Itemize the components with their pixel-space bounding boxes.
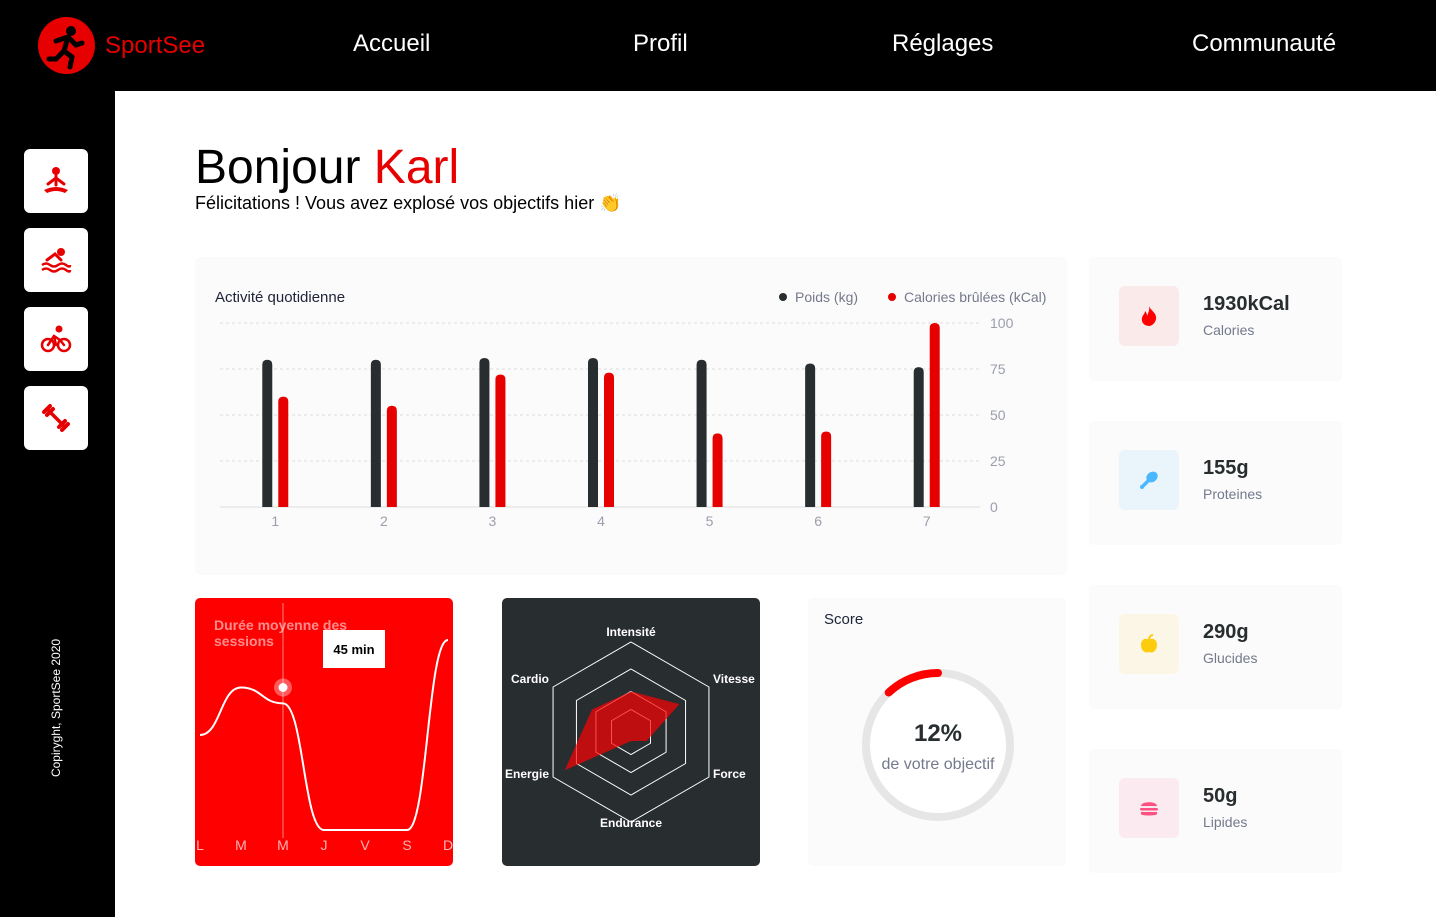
- bar-weight[interactable]: [262, 359, 273, 507]
- keydata-lipids-value: 50g: [1203, 785, 1238, 807]
- performance-radar-chart: Intensité Vitesse Force Endurance Energie Car…: [505, 625, 755, 830]
- bar-calories[interactable]: [929, 323, 940, 507]
- keydata-card-carbs: 290g Glucides: [1089, 585, 1342, 709]
- yoga-icon: [44, 167, 68, 193]
- page-title: Bonjour Karl: [195, 140, 459, 195]
- bar-calories[interactable]: [712, 433, 723, 507]
- nav-community[interactable]: Communauté: [1192, 30, 1336, 58]
- top-navbar: SportSee Accueil Profil Réglages Communa…: [0, 0, 1436, 91]
- bar-calories[interactable]: [604, 372, 614, 507]
- sidebar: Copiryght, SportSee 2020: [0, 91, 115, 917]
- keydata-card-calories: 1930kCal Calories: [1089, 257, 1342, 381]
- bar-weight[interactable]: [913, 367, 924, 507]
- sidebar-item-swim[interactable]: [24, 228, 88, 292]
- x-tick-label: 6: [814, 513, 822, 529]
- sidebar-item-weights[interactable]: [24, 386, 88, 450]
- sidebar-item-bike[interactable]: [24, 307, 88, 371]
- congrats-message: Félicitations ! Vous avez explosé vos ob…: [195, 193, 622, 213]
- swim-icon: [41, 248, 72, 273]
- greeting: Bonjour: [195, 141, 361, 194]
- bar-calories[interactable]: [495, 374, 506, 507]
- keydata-carbs-value: 290g: [1203, 621, 1249, 643]
- sidebar-item-yoga[interactable]: [24, 149, 88, 213]
- keydata-carbs-label: Glucides: [1203, 650, 1258, 666]
- duration-line: [199, 639, 449, 831]
- score-radial-chart: Score 12% de votre objectif: [824, 611, 1014, 821]
- x-tick-label: 2: [380, 513, 388, 529]
- runner-icon: [38, 17, 95, 74]
- radar-axis-label: Vitesse: [713, 672, 755, 686]
- score-subtitle: de votre objectif: [882, 756, 996, 773]
- y-tick-label: 75: [990, 361, 1006, 377]
- duration-chart-card: Durée moyenne des sessions 45 min L M M J V S D: [195, 598, 453, 866]
- nav-settings[interactable]: Réglages: [892, 30, 993, 58]
- y-tick-label: 100: [990, 315, 1014, 331]
- x-tick-label: 4: [597, 513, 605, 529]
- radar-axis-label: Force: [713, 767, 746, 781]
- active-point[interactable]: [278, 683, 288, 692]
- keydata-lipids-label: Lipides: [1203, 814, 1248, 830]
- y-tick-label: 25: [990, 453, 1006, 469]
- bar-calories[interactable]: [278, 396, 289, 507]
- burger-icon: [1119, 778, 1179, 838]
- activity-bar-chart: 0 25 50 75 100 1 2 3 4 5 6 7: [220, 315, 1014, 529]
- y-tick-label: 0: [990, 499, 998, 515]
- radar-axis-label: Endurance: [600, 816, 662, 830]
- bar-weight[interactable]: [370, 359, 381, 507]
- activity-chart-panel: Activité quotidienne Poids (kg) Calories…: [195, 257, 1067, 575]
- x-tick-label: 1: [271, 513, 279, 529]
- day-label: M: [277, 837, 289, 853]
- bike-icon: [40, 325, 72, 353]
- day-label: V: [360, 837, 370, 853]
- bar-calories[interactable]: [821, 431, 832, 507]
- bar-calories[interactable]: [386, 405, 397, 507]
- radar-axis-label: Intensité: [606, 625, 656, 639]
- radar-data-area: [564, 691, 680, 771]
- logo[interactable]: SportSee: [38, 17, 205, 74]
- app-name: SportSee: [105, 31, 206, 59]
- keydata-card-lipids: 50g Lipides: [1089, 749, 1342, 873]
- keydata-card-proteins: 155g Proteines: [1089, 421, 1342, 545]
- nav-profile[interactable]: Profil: [633, 30, 688, 58]
- y-tick-label: 50: [990, 407, 1006, 423]
- keydata-calories-value: 1930kCal: [1203, 293, 1290, 315]
- day-label: M: [235, 837, 247, 853]
- flame-icon: [1119, 286, 1179, 346]
- chicken-icon: [1119, 450, 1179, 510]
- score-card: Score 12% de votre objectif: [808, 598, 1066, 866]
- performance-radar-card: Intensité Vitesse Force Endurance Energie Car…: [502, 598, 760, 866]
- user-name: Karl: [373, 141, 460, 194]
- day-label: S: [402, 837, 411, 853]
- duration-tooltip-text: 45 min: [333, 642, 374, 657]
- radar-axis-label: Cardio: [511, 672, 549, 686]
- keydata-proteins-value: 155g: [1203, 457, 1249, 479]
- nav-home[interactable]: Accueil: [353, 30, 430, 58]
- copyright-text: Copiryght, SportSee 2020: [49, 638, 63, 778]
- score-title: Score: [824, 611, 863, 628]
- bar-weight[interactable]: [588, 357, 598, 507]
- day-label: J: [321, 837, 328, 853]
- x-tick-label: 3: [489, 513, 497, 529]
- x-tick-label: 7: [923, 513, 931, 529]
- day-label: D: [443, 837, 453, 853]
- score-value: 12%: [914, 720, 962, 747]
- dumbbell-icon: [42, 404, 70, 432]
- radar-axis-label: Energie: [505, 767, 549, 781]
- x-tick-label: 5: [706, 513, 714, 529]
- day-label: L: [196, 837, 204, 853]
- bar-weight[interactable]: [479, 357, 490, 507]
- duration-line-chart: Durée moyenne des sessions45 minL M M J V S D: [196, 603, 453, 853]
- keydata-calories-label: Calories: [1203, 322, 1255, 338]
- bar-weight[interactable]: [805, 363, 816, 507]
- apple-icon: [1119, 614, 1179, 674]
- keydata-proteins-label: Proteines: [1203, 486, 1263, 502]
- bar-weight[interactable]: [696, 359, 707, 507]
